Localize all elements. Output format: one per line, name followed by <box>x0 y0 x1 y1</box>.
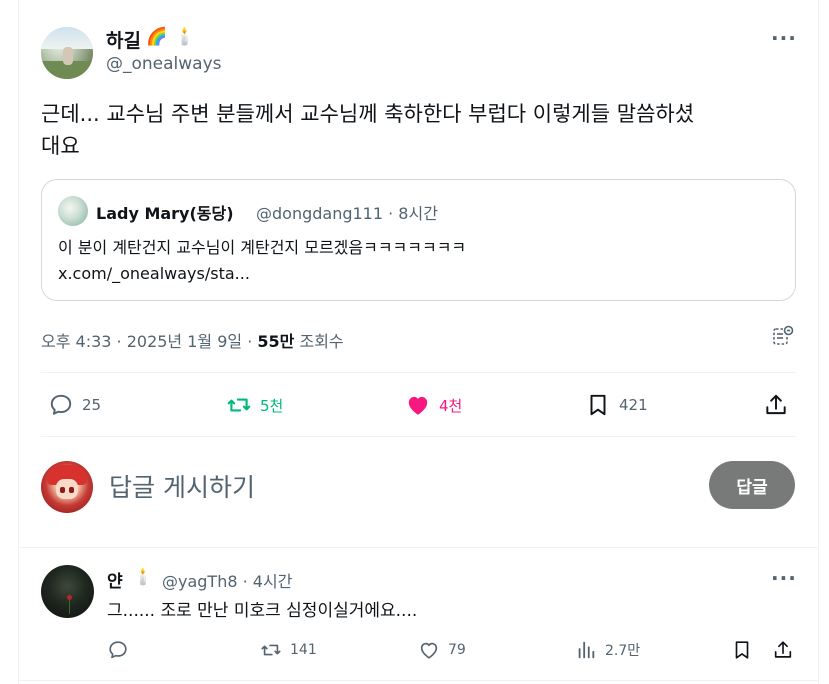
reply-like-count: 79 <box>448 642 466 658</box>
divider-before-reply <box>19 547 818 548</box>
quoted-tweet-link[interactable]: x.com/_onealways/sta... <box>58 264 250 283</box>
bookmark-icon <box>735 641 749 659</box>
quoted-author-avatar <box>58 196 88 226</box>
reply-author-avatar[interactable] <box>41 565 94 618</box>
reply-like-button[interactable]: 79 <box>418 639 466 661</box>
author-handle[interactable]: @_onealways <box>106 54 222 74</box>
divider-top-actions <box>41 372 796 373</box>
reply-count: 25 <box>82 396 102 414</box>
rainbow-emoji: 🌈 <box>146 27 168 47</box>
quoted-handle-time: @dongdang111 · 8시간 <box>256 204 438 223</box>
more-options-icon[interactable]: ··· <box>771 26 797 50</box>
share-button[interactable] <box>763 392 789 418</box>
views-label: 조회수 <box>294 332 344 351</box>
divider-bottom <box>19 680 818 681</box>
retweet-count: 5천 <box>260 396 284 415</box>
views-count: 55만 <box>257 332 295 351</box>
like-count: 4천 <box>439 396 463 415</box>
reply-composer-input[interactable]: 답글 게시하기 <box>109 468 255 504</box>
bookmark-button[interactable]: 421 <box>585 392 648 418</box>
reply-retweet-button[interactable]: 141 <box>260 639 317 661</box>
reply-icon <box>50 394 72 415</box>
reply-author-name[interactable]: 얀 <box>107 567 123 592</box>
tweet-text-line-2: 대요 <box>41 134 80 158</box>
reply-reply-button[interactable] <box>107 639 137 661</box>
reply-text: 그...... 조로 만난 미호크 심정이실거에요.... <box>107 601 418 621</box>
share-icon <box>774 641 792 658</box>
reply-more-options-icon[interactable]: ··· <box>771 566 797 590</box>
reply-retweet-count: 141 <box>290 642 317 658</box>
author-name[interactable]: 하길 <box>106 26 141 53</box>
divider-bottom-actions <box>41 436 796 437</box>
reply-candle-emoji: 🕯️ <box>133 567 153 586</box>
tweet-text: 근데... 교수님 주변 분들께서 교수님께 축하한다 부럽다 이렇게들 말씀하… <box>41 98 801 162</box>
author-avatar[interactable] <box>41 27 93 79</box>
analytics-icon[interactable] <box>771 324 795 348</box>
quoted-author-name: Lady Mary(동당) <box>96 204 234 223</box>
reply-bookmark-button[interactable] <box>731 639 753 661</box>
retweet-icon <box>227 398 251 412</box>
tweet-timestamp[interactable]: 오후 4:33 · 2025년 1월 9일 · <box>41 332 257 351</box>
tweet-meta: 오후 4:33 · 2025년 1월 9일 · 55만 조회수 <box>41 328 344 352</box>
reply-share-button[interactable] <box>772 639 794 661</box>
reply-icon <box>109 641 127 659</box>
current-user-avatar <box>41 461 93 513</box>
quoted-tweet-text: 이 분이 계탄건지 교수님이 계탄건지 모르겠음ㅋㅋㅋㅋㅋㅋㅋ <box>58 238 467 257</box>
share-icon <box>766 394 786 415</box>
frame-right-border <box>818 0 819 684</box>
views-chart-icon <box>578 641 595 659</box>
heart-icon <box>408 396 428 415</box>
heart-outline-icon <box>420 642 438 659</box>
post-reply-button[interactable]: 답글 <box>709 461 795 509</box>
candle-emoji: 🕯️ <box>174 27 196 47</box>
like-button[interactable]: 4천 <box>405 392 462 418</box>
tweet-text-line-1: 근데... 교수님 주변 분들께서 교수님께 축하한다 부럽다 이렇게들 말씀하… <box>41 102 695 126</box>
retweet-icon <box>261 644 281 656</box>
reply-handle-time[interactable]: @yagTh8 · 4시간 <box>162 568 292 592</box>
reply-views-count: 2.7만 <box>605 643 641 659</box>
bookmark-icon <box>590 394 606 416</box>
frame-left-border <box>18 0 19 684</box>
reply-views-button[interactable]: 2.7만 <box>575 639 640 661</box>
reply-button[interactable]: 25 <box>48 392 101 418</box>
bookmark-count: 421 <box>619 396 648 414</box>
retweet-button[interactable]: 5천 <box>226 392 283 418</box>
